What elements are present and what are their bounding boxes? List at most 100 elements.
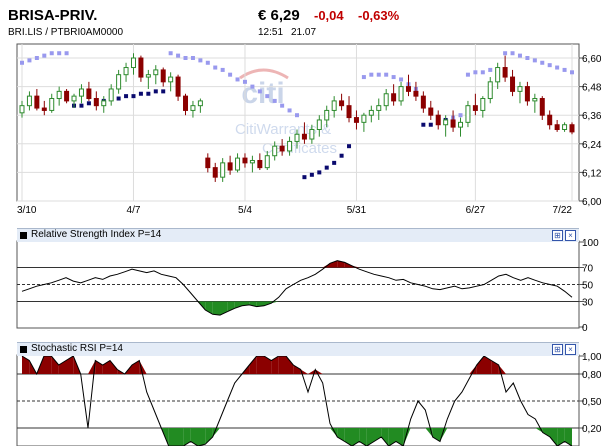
sar-dot	[503, 51, 508, 56]
sar-dot	[488, 67, 493, 72]
rsi-line	[21, 260, 573, 316]
candle-body	[361, 114, 367, 123]
candle-body	[480, 98, 486, 111]
sar-dot	[124, 94, 129, 99]
candle-body	[249, 159, 255, 164]
sar-dot	[339, 153, 344, 158]
stoch-oversold-fill	[205, 428, 213, 445]
candle-body	[242, 157, 248, 164]
stoch-tick-label: 0,50	[582, 397, 602, 408]
stoch-oversold-fill	[176, 428, 184, 446]
rsi-tick-label: 0	[582, 323, 588, 334]
stoch-tick-label: 1,00	[582, 352, 602, 363]
candle-body	[569, 124, 575, 133]
stoch-color-swatch	[20, 346, 27, 353]
price-tick-label: 6,24	[582, 140, 602, 151]
rsi-color-swatch	[20, 232, 27, 239]
stoch-maximize-button[interactable]: ⊞	[552, 344, 563, 355]
sar-dot	[220, 67, 225, 72]
candle-body	[86, 88, 92, 100]
candle-body	[197, 100, 203, 107]
sar-dot	[190, 56, 195, 60]
sar-dot	[86, 101, 91, 106]
sar-dot	[183, 56, 188, 60]
rsi-maximize-button[interactable]: ⊞	[552, 230, 563, 241]
chart-canvas: citi CitiWarrants & Certificates 6,606,4…	[16, 43, 602, 446]
rsi-tick-label: 30	[582, 298, 594, 309]
sar-dot	[161, 89, 166, 94]
candle-body	[160, 69, 166, 83]
candle-body	[145, 74, 151, 78]
sar-dot	[570, 70, 574, 75]
candle-body	[220, 162, 226, 178]
stoch-overbought-fill	[286, 356, 294, 374]
candle-body	[212, 167, 218, 178]
sar-dot	[287, 108, 292, 113]
candle-body	[301, 133, 307, 140]
stoch-oversold-fill	[542, 428, 550, 437]
candle-body	[398, 86, 404, 102]
candle-body	[443, 119, 449, 126]
sar-dot	[42, 53, 47, 58]
rsi-close-button[interactable]: ×	[565, 230, 576, 241]
candle-body	[532, 98, 538, 102]
date-tick-label: 5/31	[347, 205, 367, 216]
candle-body	[93, 98, 99, 107]
sar-dot	[465, 72, 470, 77]
candle-body	[116, 74, 122, 90]
stoch-overbought-fill	[51, 356, 59, 374]
sar-dot	[79, 103, 84, 108]
stoch-overbought-fill	[476, 356, 484, 374]
candle-body	[383, 93, 389, 107]
sar-dot	[138, 91, 143, 96]
candle-body	[19, 105, 25, 114]
candle-body	[510, 76, 516, 92]
sar-dot	[428, 122, 433, 127]
candle-body	[34, 95, 40, 109]
sar-dot	[57, 51, 62, 56]
candle-body	[71, 95, 77, 102]
candle-body	[554, 124, 560, 130]
candle-body	[190, 105, 196, 111]
candle-body	[272, 145, 278, 157]
candle-body	[346, 105, 352, 119]
watermark-line1: CitiWarrants &	[235, 121, 331, 138]
sar-dot	[205, 60, 210, 65]
price-tick-label: 6,36	[582, 111, 602, 122]
sar-dot	[131, 94, 136, 99]
sar-dot	[265, 94, 270, 99]
stoch-oversold-fill	[168, 428, 176, 446]
candle-body	[108, 88, 114, 102]
rsi-panel-label: Relative Strength Index P=14	[31, 229, 162, 240]
candle-body	[56, 90, 62, 100]
stoch-overbought-fill	[256, 356, 264, 374]
sar-dot	[64, 51, 69, 56]
sar-dot	[257, 89, 262, 94]
sar-dot	[302, 175, 307, 180]
sar-dot	[376, 72, 381, 77]
candle-body	[428, 107, 434, 116]
candle-body	[487, 81, 493, 100]
stoch-close-button[interactable]: ×	[565, 344, 576, 355]
sar-dot	[384, 72, 389, 77]
price-tick-label: 6,48	[582, 83, 602, 94]
price-tick-label: 6,12	[582, 168, 602, 179]
sar-dot	[242, 79, 247, 84]
candle-body	[413, 90, 419, 97]
sar-dot	[517, 53, 522, 58]
stoch-overbought-fill	[293, 365, 301, 374]
candle-body	[227, 162, 233, 171]
candle-body	[153, 69, 159, 76]
candle-body	[257, 159, 263, 169]
sar-dot	[555, 65, 560, 70]
candle-body	[502, 67, 508, 78]
sar-dot	[272, 98, 277, 103]
sar-dot	[309, 172, 314, 177]
stoch-oversold-fill	[381, 428, 389, 446]
sar-dot	[153, 89, 158, 94]
sar-dot	[399, 77, 404, 82]
sar-dot	[332, 160, 337, 165]
sar-dot	[280, 103, 285, 108]
candle-body	[495, 67, 501, 83]
candle-body	[353, 117, 359, 123]
